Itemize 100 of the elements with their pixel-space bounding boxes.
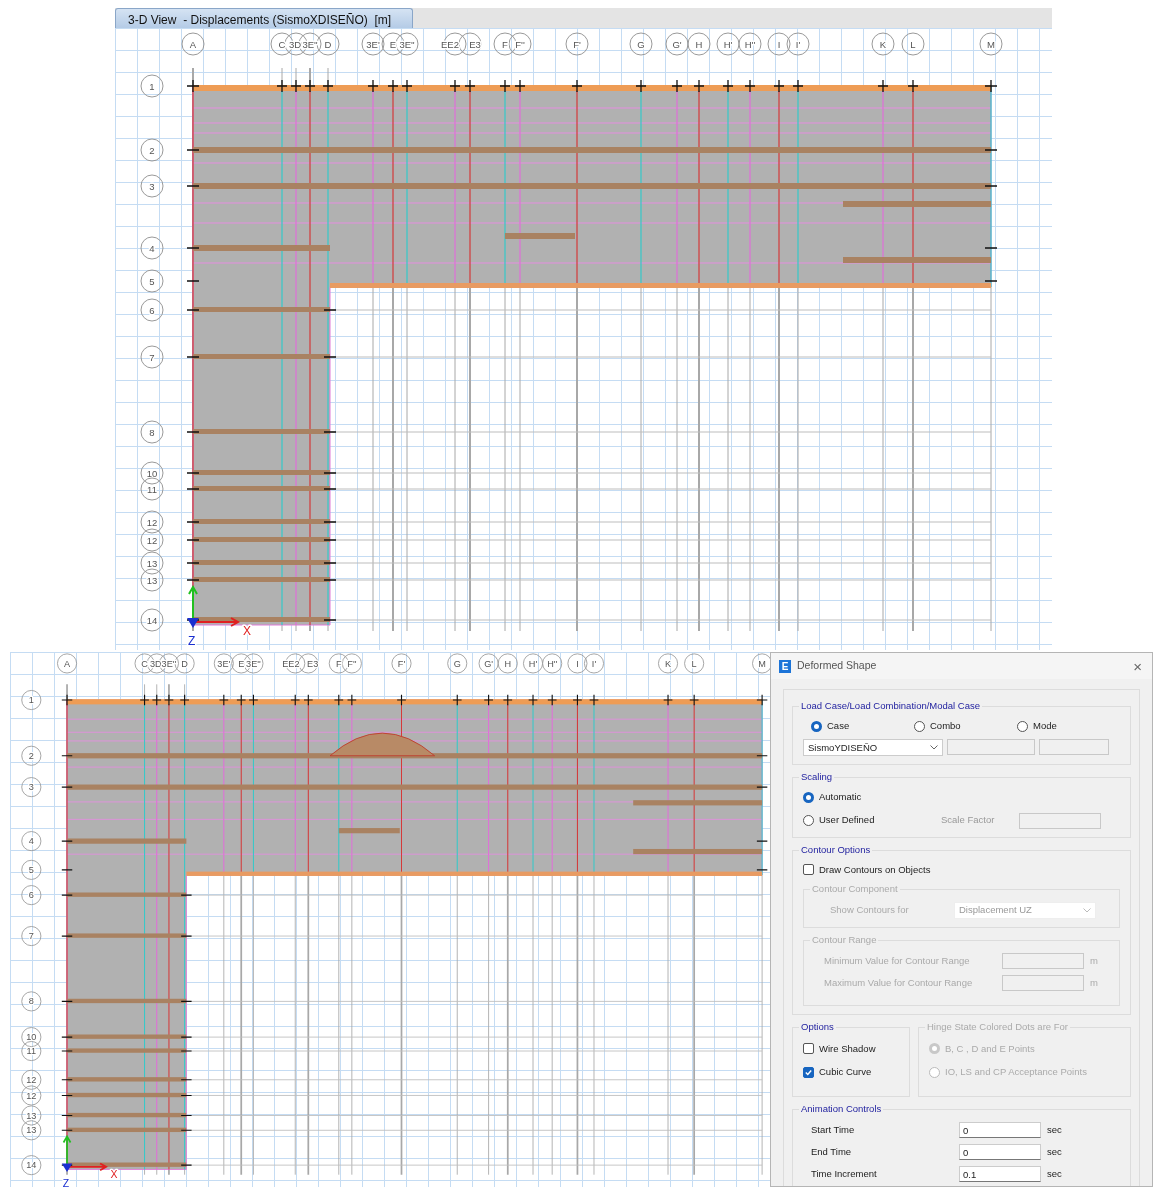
grid-bubble: 8 [140, 420, 164, 444]
grid-label: I [777, 39, 781, 50]
checkbox-option[interactable]: Wire Shadow [803, 1041, 899, 1056]
grid-label: L [910, 39, 916, 50]
checkbox-option[interactable]: Draw Contours on Objects [803, 862, 1120, 877]
case-dropdown[interactable]: SismoYDISEÑO [803, 739, 943, 757]
axis-label: Z [62, 1177, 70, 1187]
dropdown-caret-icon [1083, 907, 1091, 913]
grid-label: H [695, 39, 703, 50]
grid-bubble [443, 32, 467, 56]
grid-label: I [576, 658, 579, 669]
grid-bubble: 12 [140, 528, 164, 552]
time-field[interactable]: 0 [959, 1144, 1041, 1161]
grid-label: A [189, 39, 197, 50]
grid-label: G [637, 39, 645, 50]
grid-bubble: 11 [21, 1041, 42, 1062]
grid-label: 3E'' [302, 39, 318, 50]
grid-bubble [361, 32, 385, 56]
app-logo-icon: E [779, 659, 791, 673]
grid-label: EE2 [441, 39, 459, 50]
grid-bubble [243, 653, 264, 674]
grid-bubble: 13 [140, 551, 164, 575]
grid-bubble [395, 32, 419, 56]
grid-label: F [502, 39, 508, 50]
grid-label: K [879, 39, 887, 50]
grid-label: A [64, 658, 71, 669]
grid-label: F'' [347, 658, 357, 669]
grid-label: 3E'' [246, 658, 261, 669]
time-field[interactable]: 0 [959, 1122, 1041, 1139]
grid-bubble [523, 653, 544, 674]
grid-bubble: 7 [140, 345, 164, 369]
grid-label: EE2 [282, 658, 300, 669]
grid-bubble [767, 32, 791, 56]
check-icon [804, 1067, 813, 1077]
group-label: Hinge State Colored Dots are For [925, 1020, 1070, 1033]
grid-label: M [987, 39, 995, 50]
group-label: Options [799, 1020, 836, 1033]
grid-bubble: 3 [140, 174, 164, 198]
grid-bubble [565, 32, 589, 56]
radio-option[interactable]: Combo [914, 719, 1017, 734]
radio-option[interactable]: Mode [1017, 719, 1120, 734]
grid-bubble: 12 [21, 1069, 42, 1090]
axis-label: Z [188, 634, 196, 648]
grid-label: H'' [744, 39, 756, 50]
grid-bubble: 6 [140, 298, 164, 322]
grid-label: H' [723, 39, 733, 50]
axis-label: X [110, 1169, 118, 1181]
grid-label: I' [795, 39, 801, 50]
grid-bubble [665, 32, 689, 56]
field-label: Show Contours for [830, 903, 910, 918]
close-button[interactable]: × [1131, 658, 1144, 674]
grid-label: E [238, 658, 245, 669]
grid-bubble [658, 653, 679, 674]
grid-bubble: 6 [21, 885, 42, 906]
group-label: Contour Options [799, 843, 873, 856]
grid-label: 3E'' [399, 39, 415, 50]
grid-bubble: 14 [21, 1155, 42, 1176]
grid-bubble: 5 [21, 859, 42, 880]
grid-label: H [504, 658, 512, 669]
view-tab[interactable]: 3-D View - Displacements (SismoXDISEÑO) [m] [115, 8, 413, 28]
grid-label: E3 [469, 39, 481, 50]
grid-label: 3E'' [161, 658, 177, 669]
grid-bubble [493, 32, 517, 56]
grid-label: G' [484, 658, 493, 669]
grid-label: 3E' [217, 658, 231, 669]
grid-label: D [324, 39, 332, 50]
grid-label: F' [573, 39, 581, 50]
field-label: Time Increment [811, 1167, 878, 1182]
radio-option[interactable]: User Defined [803, 813, 941, 828]
unit-label: sec [1047, 1145, 1062, 1160]
radio-option[interactable]: Case [811, 719, 914, 734]
grid-bubble [684, 653, 705, 674]
grid-label: H' [528, 658, 538, 669]
axis-label: X [243, 624, 251, 638]
grid-bubble: 2 [140, 138, 164, 162]
grid-bubble [213, 653, 234, 674]
radio-option[interactable]: Automatic [803, 790, 1120, 805]
grid-bubble: 5 [140, 269, 164, 293]
grid-label: G [453, 658, 461, 669]
unit-label: sec [1047, 1167, 1062, 1182]
grid-bubble [285, 653, 306, 674]
grid-label: E3 [307, 658, 319, 669]
grid-bubble: 1 [21, 690, 42, 711]
grid-label: I' [591, 658, 597, 669]
axis-arrows-drawing [61, 1134, 108, 1173]
grid-bubble [57, 653, 78, 674]
checkbox-option[interactable]: Cubic Curve [803, 1065, 899, 1080]
grid-bubble [752, 653, 770, 674]
scale-factor-label: Scale Factor [941, 813, 996, 828]
grid-bubble: 14 [140, 608, 164, 632]
grid-bubble [341, 653, 362, 674]
grid-bubble [687, 32, 711, 56]
grid-bubble: 11 [140, 477, 164, 501]
grid-bubble [979, 32, 1003, 56]
grid-bubble: 3 [21, 777, 42, 798]
grid-bubble [738, 32, 762, 56]
grid-bubble [458, 32, 482, 56]
time-field[interactable]: 0.1 [959, 1166, 1041, 1183]
grid-bubble: 13 [140, 568, 164, 592]
grid-bubble [629, 32, 653, 56]
